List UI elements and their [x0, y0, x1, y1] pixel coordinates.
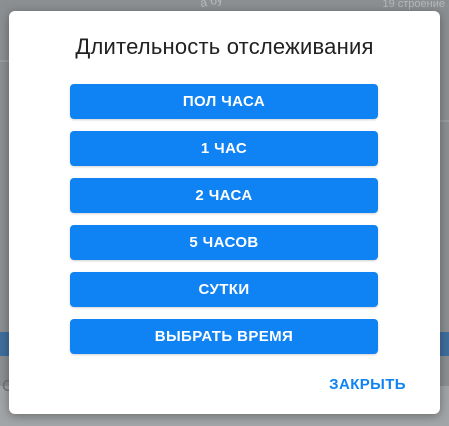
close-button[interactable]: ЗАКРЫТЬ: [329, 376, 406, 393]
map-road: [440, 120, 449, 122]
option-choose-time-button[interactable]: ВЫБРАТЬ ВРЕМЯ: [70, 319, 378, 354]
map-street-label: а бу: [198, 0, 224, 11]
dialog-title: Длительность отслеживания: [75, 34, 374, 59]
option-day-button[interactable]: СУТКИ: [70, 272, 378, 307]
tracking-duration-dialog: Длительность отслеживания ПОЛ ЧАСА 1 ЧАС…: [9, 11, 440, 414]
duration-option-list: ПОЛ ЧАСА 1 ЧАС 2 ЧАСА 5 ЧАСОВ СУТКИ ВЫБР…: [70, 84, 378, 366]
option-two-hours-button[interactable]: 2 ЧАСА: [70, 178, 378, 213]
option-half-hour-button[interactable]: ПОЛ ЧАСА: [70, 84, 378, 119]
option-five-hours-button[interactable]: 5 ЧАСОВ: [70, 225, 378, 260]
option-one-hour-button[interactable]: 1 ЧАС: [70, 131, 378, 166]
map-address-label: 19 строение: [382, 0, 445, 10]
map-road: [0, 60, 9, 62]
